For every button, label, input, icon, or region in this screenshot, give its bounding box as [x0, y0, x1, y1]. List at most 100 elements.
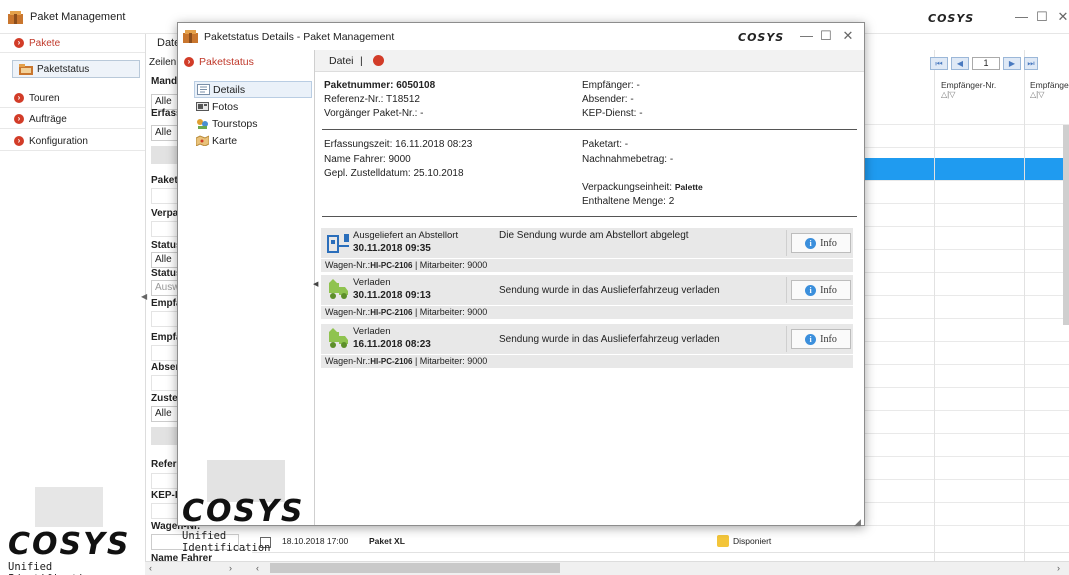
column-divider: [934, 50, 935, 575]
cosys-logo: COSYS: [738, 31, 784, 44]
filter-label-referenz: Refer: [151, 459, 177, 470]
red-circle-icon: ›: [14, 38, 24, 48]
sidebar-collapse-icon[interactable]: ◀: [313, 280, 318, 288]
app-icon: [183, 29, 198, 43]
meta-prefix: Wagen-Nr.:: [325, 356, 371, 366]
menu-datei[interactable]: Datei: [329, 55, 354, 67]
scroll-left-icon[interactable]: ‹: [149, 563, 152, 573]
filter-label-mandant: Mand: [151, 76, 178, 87]
delivery-point-icon: [327, 234, 349, 253]
sidebar-item-details[interactable]: Details: [194, 81, 312, 98]
close-button[interactable]: ✕: [1057, 10, 1069, 24]
event-date: 16.11.2018 08:23: [353, 339, 431, 350]
sidebar-item-fotos[interactable]: Fotos: [194, 98, 312, 115]
meta-prefix: Wagen-Nr.:: [325, 307, 371, 317]
nav-label: Pakete: [29, 37, 61, 49]
scroll-left-icon[interactable]: ‹: [256, 563, 259, 573]
logo-text: COSYS: [928, 12, 975, 25]
event-date: 30.11.2018 09:13: [353, 290, 431, 301]
scroll-right-icon[interactable]: ›: [1057, 563, 1060, 573]
sidebar-item-label: Tourstops: [212, 117, 258, 130]
cell-product: Paket XL: [369, 536, 405, 546]
logo-caption: Unified Identification: [182, 530, 271, 554]
last-page-button[interactable]: ⏭: [1024, 57, 1038, 70]
sidebar-item-label: Fotos: [212, 100, 239, 113]
column-header-empfaenger-nr[interactable]: Empfänger-Nr. △|▽: [941, 80, 996, 99]
filter-label-zustellung: Zuste: [151, 393, 178, 404]
sidebar-header-paketstatus[interactable]: › Paketstatus: [184, 56, 254, 68]
info-button[interactable]: i Info: [791, 329, 851, 349]
page-number[interactable]: 1: [972, 57, 1000, 70]
column-header-empfaenger[interactable]: Empfänge △|▽: [1030, 80, 1069, 99]
divider: [322, 129, 857, 130]
window-title: Paket Management: [30, 11, 126, 23]
red-circle-icon: ›: [14, 136, 24, 146]
info-button[interactable]: i Info: [791, 233, 851, 253]
info-icon: i: [805, 333, 817, 345]
divider: [322, 216, 857, 217]
nav-item-pakete[interactable]: › Pakete: [0, 34, 145, 53]
name-fahrer: Name Fahrer: 9000: [324, 154, 411, 165]
red-circle-icon: ›: [14, 114, 24, 124]
filter-horizontal-scrollbar[interactable]: ‹ ›: [145, 561, 252, 575]
event-meta: Wagen-Nr.:HI-PC-2106 | Mitarbeiter: 9000: [321, 306, 853, 319]
paketart: Paketart: -: [582, 139, 629, 150]
scroll-right-icon[interactable]: ›: [229, 563, 232, 573]
meta-suffix: | Mitarbeiter: 9000: [412, 260, 488, 270]
nav-item-paketstatus[interactable]: Paketstatus: [12, 60, 140, 78]
absender: Absender: -: [582, 94, 634, 105]
verpackung-label: Verpackungseinheit:: [582, 182, 673, 193]
maximize-button[interactable]: ☐: [1036, 10, 1048, 24]
photos-icon: [196, 102, 209, 111]
sort-icon[interactable]: △|▽: [1030, 90, 1069, 99]
red-circle-icon: ›: [14, 93, 24, 103]
header-label: Empfänger-Nr.: [941, 80, 997, 90]
verpackungseinheit: Verpackungseinheit: Palette: [582, 182, 703, 193]
resize-grip-icon[interactable]: ◢: [854, 517, 861, 528]
nav-item-touren[interactable]: › Touren: [0, 89, 145, 108]
logo-caption: Unified Identification: [8, 561, 97, 575]
sidebar-item-karte[interactable]: Karte: [194, 132, 312, 149]
dialog-minimize-button[interactable]: —: [800, 29, 813, 43]
event-title: Ausgeliefert an Abstellort: [353, 230, 459, 241]
next-page-button[interactable]: ▶: [1003, 57, 1021, 70]
paketstatus-details-dialog: Paketstatus Details - Paket Management C…: [177, 22, 865, 554]
dialog-sidebar: › Paketstatus Details Fotos Tourstops Ka…: [178, 50, 315, 554]
prev-page-button[interactable]: ◀: [951, 57, 969, 70]
info-button[interactable]: i Info: [791, 280, 851, 300]
sidebar-item-tourstops[interactable]: Tourstops: [194, 115, 312, 132]
meta-prefix: Wagen-Nr.:: [325, 260, 371, 270]
info-icon: i: [805, 284, 817, 296]
nav-item-konfiguration[interactable]: › Konfiguration: [0, 132, 145, 151]
export-icon[interactable]: [373, 55, 384, 66]
event-meta: Wagen-Nr.:HI-PC-2106 | Mitarbeiter: 9000: [321, 259, 853, 272]
event-title: Verladen: [353, 277, 391, 288]
meta-wagen: HI-PC-2106: [370, 357, 413, 366]
filter-label-paket: Paket: [151, 175, 178, 186]
sort-icon[interactable]: △|▽: [941, 90, 996, 99]
first-page-button[interactable]: ⏮: [930, 57, 948, 70]
dialog-maximize-button[interactable]: ☐: [820, 29, 832, 43]
sidebar-item-label: Details: [213, 83, 246, 96]
filter-label-verpackung: Verpa: [151, 208, 179, 219]
meta-suffix: | Mitarbeiter: 9000: [412, 307, 488, 317]
tourstops-icon: [197, 119, 208, 129]
collapse-arrow-icon[interactable]: ◀: [141, 292, 147, 301]
logo-text: COSYS: [738, 31, 785, 44]
dialog-close-button[interactable]: ✕: [842, 29, 854, 43]
logo-text: COSYS: [8, 527, 131, 562]
minimize-button[interactable]: —: [1015, 10, 1028, 24]
gepl-zustelldatum: Gepl. Zustelldatum: 25.10.2018: [324, 168, 464, 179]
meta-suffix: | Mitarbeiter: 9000: [412, 356, 488, 366]
nachnahmebetrag: Nachnahmebetrag: -: [582, 154, 674, 165]
meta-wagen: HI-PC-2106: [370, 261, 413, 270]
scrollbar-thumb[interactable]: [270, 563, 560, 573]
nav-item-auftraege[interactable]: › Aufträge: [0, 110, 145, 129]
info-button-label: Info: [820, 333, 837, 345]
dialog-title: Paketstatus Details - Paket Management: [204, 31, 395, 43]
vertical-scrollbar[interactable]: [1063, 125, 1069, 325]
details-icon: [197, 84, 210, 95]
event-date: 30.11.2018 09:35: [353, 243, 431, 254]
cosys-logo: COSYS: [928, 12, 974, 25]
logo-text: COSYS: [182, 494, 305, 529]
